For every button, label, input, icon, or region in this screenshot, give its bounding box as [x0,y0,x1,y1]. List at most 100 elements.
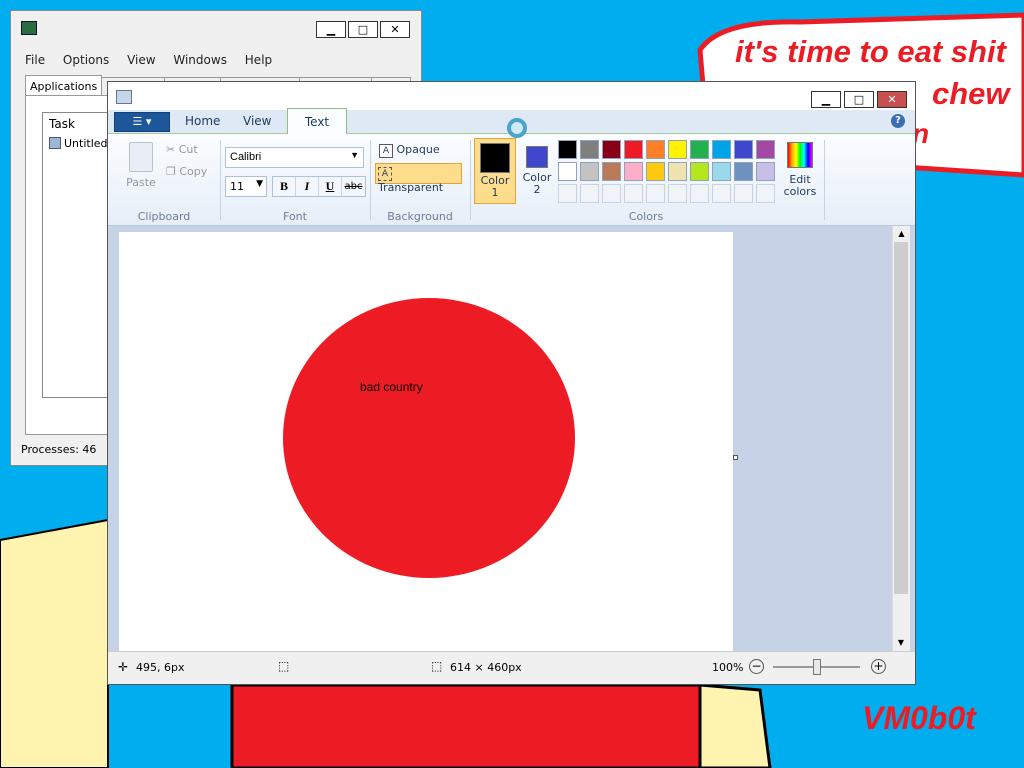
cut-button[interactable]: ✂ Cut [166,143,198,156]
busy-cursor-icon [507,118,527,138]
paint-titlebar[interactable]: ▁ □ ✕ [108,82,915,110]
palette-swatch[interactable] [646,140,665,159]
zoom-slider-thumb[interactable] [813,659,821,675]
tm-maximize-button[interactable]: □ [348,21,378,38]
color-palette [558,140,780,206]
color1-button[interactable]: Color 1 [474,138,516,204]
paint-close-button[interactable]: ✕ [877,91,907,108]
palette-empty-swatch[interactable] [668,184,687,203]
palette-empty-swatch[interactable] [580,184,599,203]
tm-status-processes: Processes: 46 [21,443,97,456]
copy-icon: ❐ [166,165,176,178]
opaque-label: Opaque [396,143,440,156]
clipboard-group-label: Clipboard [137,210,191,223]
zoom-slider[interactable] [773,659,860,675]
canvas-text: bad country [360,380,423,394]
palette-swatch[interactable] [580,140,599,159]
opaque-button[interactable]: A Opaque [377,141,442,161]
palette-swatch[interactable] [602,162,621,181]
palette-swatch[interactable] [690,140,709,159]
task-manager-app-icon [21,21,37,35]
palette-swatch[interactable] [580,162,599,181]
palette-empty-swatch[interactable] [756,184,775,203]
zoom-in-button[interactable]: + [871,659,886,674]
paint-minimize-button[interactable]: ▁ [811,91,841,108]
wallpaper-signature: VM0b0t [862,700,976,736]
tm-tab-applications[interactable]: Applications [25,75,103,95]
palette-swatch[interactable] [756,162,775,181]
palette-swatch[interactable] [690,162,709,181]
transparent-label: Transparent [378,181,444,194]
zoom-out-button[interactable]: − [749,659,764,674]
scroll-down-button[interactable]: ▼ [893,635,909,651]
edit-colors-button[interactable]: Edit colors [780,138,820,204]
task-manager-titlebar[interactable]: ▁ □ ✕ [11,11,421,47]
tab-view[interactable]: View [243,114,271,128]
transparent-icon: A [378,167,392,181]
drawing-canvas[interactable]: bad country [119,232,733,651]
ribbon-separator [470,140,471,220]
palette-swatch[interactable] [558,162,577,181]
copy-label: Copy [179,165,208,178]
tm-menu-view[interactable]: View [127,53,155,67]
chevron-down-icon: ▼ [350,150,359,160]
palette-empty-swatch[interactable] [624,184,643,203]
palette-empty-swatch[interactable] [602,184,621,203]
bold-button[interactable]: B [273,177,296,196]
strikethrough-button[interactable]: abc [342,177,365,196]
palette-swatch[interactable] [646,162,665,181]
color2-button[interactable]: Color 2 [518,138,556,204]
paste-button[interactable]: Paste [118,140,164,198]
palette-swatch[interactable] [668,162,687,181]
palette-swatch[interactable] [624,140,643,159]
font-family-value: Calibri [230,151,262,163]
palette-swatch[interactable] [734,162,753,181]
tm-list-item[interactable]: Untitled [49,137,108,150]
tm-list-header-task[interactable]: Task [49,117,75,131]
menu-icon: ☰ ▾ [132,115,152,128]
palette-swatch[interactable] [602,140,621,159]
ribbon-separator [220,140,221,220]
copy-button[interactable]: ❐ Copy [166,165,207,178]
background-group-label: Background [387,210,453,223]
cut-label: Cut [178,143,198,156]
palette-empty-swatch[interactable] [646,184,665,203]
selection-size-icon: ⬚ [278,659,290,673]
paint-maximize-button[interactable]: □ [844,91,874,108]
palette-empty-swatch[interactable] [690,184,709,203]
palette-swatch[interactable] [756,140,775,159]
paint-quick-access-icon[interactable] [116,90,132,104]
palette-swatch[interactable] [668,140,687,159]
font-family-select[interactable]: Calibri ▼ [225,147,364,168]
tm-menu-options[interactable]: Options [63,53,109,67]
scroll-up-button[interactable]: ▲ [893,226,910,242]
italic-button[interactable]: I [296,177,319,196]
help-icon[interactable]: ? [891,114,905,128]
ribbon-separator [370,140,371,220]
palette-swatch[interactable] [712,140,731,159]
tm-menu-windows[interactable]: Windows [173,53,227,67]
tm-close-button[interactable]: ✕ [380,21,410,38]
vertical-scrollbar[interactable]: ▲ ▼ [892,226,910,651]
palette-swatch[interactable] [558,140,577,159]
palette-swatch[interactable] [712,162,731,181]
canvas-size: 614 × 460px [450,661,522,674]
cursor-position: 495, 6px [136,661,185,674]
font-size-select[interactable]: 11 ▼ [225,176,267,197]
tm-menu-file[interactable]: File [25,53,45,67]
palette-swatch[interactable] [734,140,753,159]
tm-minimize-button[interactable]: ▁ [316,21,346,38]
palette-swatch[interactable] [624,162,643,181]
paint-app-menu-button[interactable]: ☰ ▾ [114,112,170,132]
tab-text[interactable]: Text [287,108,347,134]
transparent-button[interactable]: A Transparent [375,163,462,194]
canvas-resize-handle[interactable] [733,455,738,460]
zoom-level: 100% [712,661,744,674]
tab-home[interactable]: Home [185,114,220,128]
palette-empty-swatch[interactable] [734,184,753,203]
palette-empty-swatch[interactable] [712,184,731,203]
underline-button[interactable]: U [319,177,342,196]
scroll-thumb[interactable] [894,242,908,594]
tm-menu-help[interactable]: Help [245,53,272,67]
palette-empty-swatch[interactable] [558,184,577,203]
